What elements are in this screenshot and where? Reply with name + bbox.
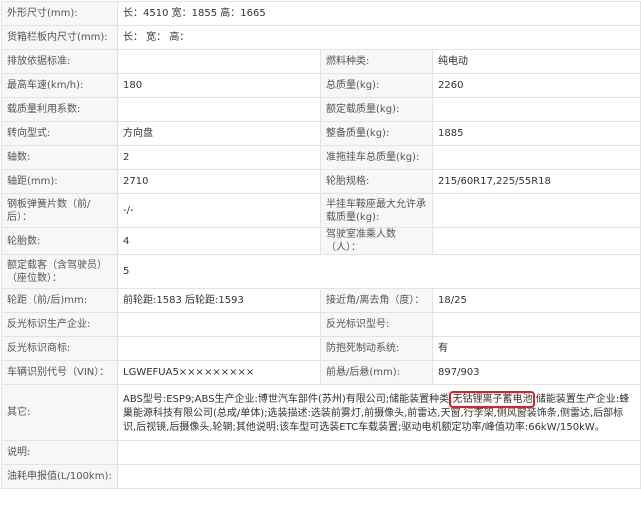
spec-row-dimensions: 外形尺寸(mm): 长：4510 宽：1855 高：1665: [1, 1, 641, 26]
spec-label: 外形尺寸(mm):: [1, 1, 118, 26]
spec-label: 准拖挂车总质量(kg):: [320, 145, 433, 170]
spec-value: [117, 336, 321, 361]
spec-row-cargo-box: 货箱栏板内尺寸(mm): 长： 宽： 高：: [1, 25, 641, 50]
spec-value: LGWEFUA5×××××××××: [117, 360, 321, 385]
spec-value: 4: [117, 227, 321, 255]
spec-label: 最高车速(km/h):: [1, 73, 118, 98]
spec-label: 轴数:: [1, 145, 118, 170]
spec-label: 其它:: [1, 384, 118, 441]
spec-row-vin: 车辆识别代号（VIN）： LGWEFUA5××××××××× 前悬/后悬(mm)…: [1, 360, 641, 385]
other-notes: ABS型号:ESP9;ABS生产企业:博世汽车部件(苏州)有限公司;储能装置种类…: [116, 384, 641, 441]
spec-value: [431, 193, 641, 228]
spec-label: 反光标识生产企业:: [1, 312, 118, 337]
spec-label: 轮胎数:: [1, 227, 118, 255]
spec-label: 整备质量(kg):: [320, 121, 433, 146]
spec-row-reflector-brand: 反光标识商标: 防抱死制动系统: 有: [1, 336, 641, 361]
vehicle-spec-table: 外形尺寸(mm): 长：4510 宽：1855 高：1665 货箱栏板内尺寸(m…: [1, 1, 641, 489]
spec-label: 货箱栏板内尺寸(mm):: [1, 25, 118, 50]
spec-value: 180: [117, 73, 321, 98]
spec-label: 接近角/离去角（度）：: [320, 288, 433, 313]
spec-label: 防抱死制动系统:: [320, 336, 433, 361]
highlight-box: 无钴锂离子蓄电池: [449, 390, 536, 408]
spec-label: 前悬/后悬(mm):: [320, 360, 433, 385]
spec-value: 前轮距:1583 后轮距:1593: [117, 288, 321, 313]
spec-value: -/-: [117, 193, 321, 228]
spec-row-seats: 额定载客（含驾驶员）（座位数）： 5: [1, 254, 641, 289]
spec-value: 215/60R17,225/55R18: [431, 169, 641, 194]
spec-value: [431, 97, 641, 122]
spec-row-emission-fuel: 排放依据标准: 燃料种类: 纯电动: [1, 49, 641, 74]
spec-value: 纯电动: [431, 49, 641, 74]
other-notes-before: ABS型号:ESP9;ABS生产企业:博世汽车部件(苏州)有限公司;储能装置种类…: [123, 393, 453, 405]
spec-value: [117, 312, 321, 337]
spec-label: 载质量利用系数:: [1, 97, 118, 122]
spec-value: 2260: [431, 73, 641, 98]
spec-row-fuel-consumption: 油耗申报值(L/100km):: [1, 464, 641, 489]
spec-row-load: 载质量利用系数: 额定载质量(kg):: [1, 97, 641, 122]
spec-value: 897/903: [431, 360, 641, 385]
spec-value: [117, 97, 321, 122]
spec-label: 轮距（前/后)mm:: [1, 288, 118, 313]
spec-row-axles: 轴数: 2 准拖挂车总质量(kg):: [1, 145, 641, 170]
spec-value: [117, 49, 321, 74]
spec-label: 反光标识商标:: [1, 336, 118, 361]
spec-value: 长： 宽： 高：: [116, 25, 641, 50]
spec-row-other: 其它: ABS型号:ESP9;ABS生产企业:博世汽车部件(苏州)有限公司;储能…: [1, 384, 641, 441]
spec-row-reflector-maker: 反光标识生产企业: 反光标识型号:: [1, 312, 641, 337]
spec-value: 1885: [431, 121, 641, 146]
spec-row-leaf-springs: 钢板弹簧片数（前/后）： -/- 半挂车鞍座最大允许承载质量(kg):: [1, 193, 641, 228]
other-notes-text: ABS型号:ESP9;ABS生产企业:博世汽车部件(苏州)有限公司;储能装置种类…: [123, 390, 635, 435]
spec-value: 5: [116, 254, 641, 289]
spec-label: 额定载质量(kg):: [320, 97, 433, 122]
spec-row-track: 轮距（前/后)mm: 前轮距:1583 后轮距:1593 接近角/离去角（度）：…: [1, 288, 641, 313]
spec-value: [116, 464, 641, 489]
spec-row-speed-mass: 最高车速(km/h): 180 总质量(kg): 2260: [1, 73, 641, 98]
spec-row-wheelbase: 轴距(mm): 2710 轮胎规格: 215/60R17,225/55R18: [1, 169, 641, 194]
spec-label: 总质量(kg):: [320, 73, 433, 98]
spec-value: [116, 440, 641, 465]
spec-value: [431, 312, 641, 337]
spec-value: [431, 227, 641, 255]
spec-label: 轴距(mm):: [1, 169, 118, 194]
spec-label: 车辆识别代号（VIN）：: [1, 360, 118, 385]
spec-label: 排放依据标准:: [1, 49, 118, 74]
spec-value: 18/25: [431, 288, 641, 313]
spec-label: 转向型式:: [1, 121, 118, 146]
spec-label: 燃料种类:: [320, 49, 433, 74]
spec-value: 2: [117, 145, 321, 170]
spec-value: 2710: [117, 169, 321, 194]
spec-label: 驾驶室准乘人数（人）：: [320, 227, 433, 255]
spec-label: 轮胎规格:: [320, 169, 433, 194]
spec-row-steering: 转向型式: 方向盘 整备质量(kg): 1885: [1, 121, 641, 146]
spec-row-notes: 说明:: [1, 440, 641, 465]
spec-label: 半挂车鞍座最大允许承载质量(kg):: [320, 193, 433, 228]
spec-value: 方向盘: [117, 121, 321, 146]
spec-label: 额定载客（含驾驶员）（座位数）：: [1, 254, 118, 289]
spec-label: 说明:: [1, 440, 118, 465]
spec-value: 有: [431, 336, 641, 361]
spec-value: 长：4510 宽：1855 高：1665: [116, 1, 641, 26]
spec-label: 反光标识型号:: [320, 312, 433, 337]
spec-label: 油耗申报值(L/100km):: [1, 464, 118, 489]
spec-value: [431, 145, 641, 170]
spec-label: 钢板弹簧片数（前/后）：: [1, 193, 118, 228]
spec-row-tires: 轮胎数: 4 驾驶室准乘人数（人）：: [1, 227, 641, 255]
